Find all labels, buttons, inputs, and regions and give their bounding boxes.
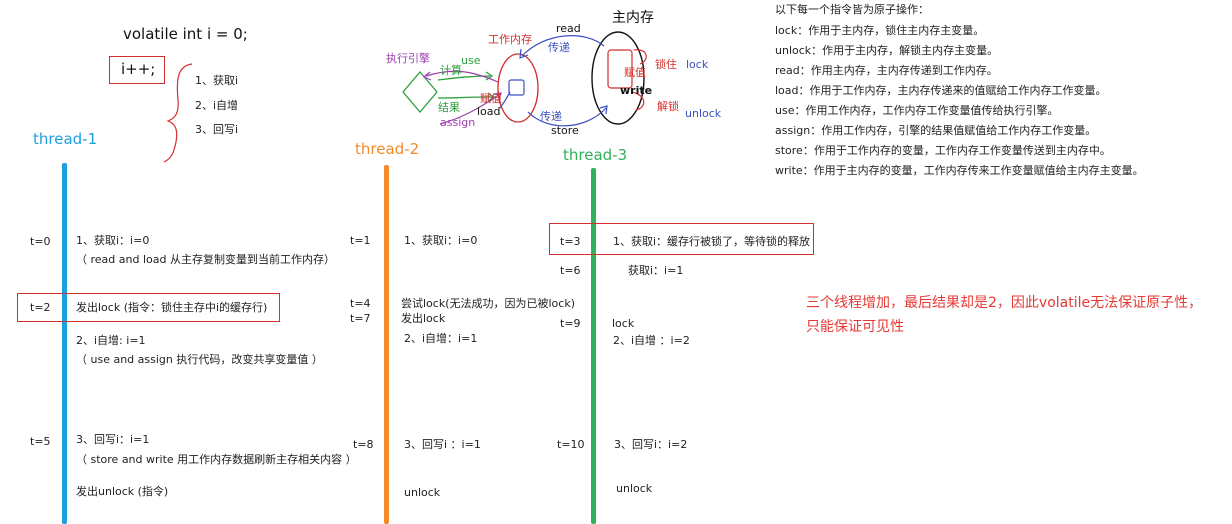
read-label: read — [556, 22, 581, 35]
unlock-label: unlock — [685, 107, 722, 120]
main-memory-label: 主内存 — [612, 10, 654, 26]
atomic-op-read: read：作用主内存，主内存传递到工作内存。 — [775, 64, 998, 77]
thread2-try-lock: 尝试lock(无法成功，因为已被lock) — [401, 297, 575, 310]
work-var-box — [508, 79, 525, 96]
atomic-op-unlock: unlock：作用于主内存，解锁主内存主变量。 — [775, 44, 999, 57]
store-label: store — [551, 124, 579, 137]
atomic-op-assign: assign：作用工作内存，引擎的结果值赋值给工作内存工作变量。 — [775, 124, 1097, 137]
unlock-cn-label: 解锁 — [657, 100, 679, 113]
write-label: write — [620, 84, 653, 97]
atomic-ops-title: 以下每一个指令皆为原子操作： — [775, 3, 929, 16]
thread-3-title: thread-3 — [563, 146, 628, 164]
atomic-op-load: load：作用于工作内存，主内存传递来的值赋给工作内存工作变量。 — [775, 84, 1107, 97]
transfer-top-label: 传递 — [548, 41, 570, 54]
compute-label: 计算 — [440, 64, 462, 77]
thread-1-title: thread-1 — [33, 130, 98, 148]
thread3-time-t3: t=3 — [560, 235, 581, 248]
thread3-unlock: unlock — [616, 482, 653, 495]
thread3-step1: 1、获取i：缓存行被锁了，等待锁的释放 — [613, 235, 811, 248]
thread1-time-t2: t=2 — [30, 301, 51, 314]
conclusion-line-1: 三个线程增加，最后结果却是2，因此volatile无法保证原子性， — [806, 295, 1203, 311]
exec-engine-label: 执行引擎 — [386, 52, 430, 65]
thread3-time-t6: t=6 — [560, 264, 581, 277]
thread3-lock: lock — [612, 317, 635, 330]
transfer-bottom-label: 传递 — [540, 110, 562, 123]
atomic-op-use: use：作用工作内存，工作内存工作变量值传给执行引擎。 — [775, 104, 1059, 117]
thread2-time-t1: t=1 — [350, 234, 371, 247]
assign-value-right-label: 赋值 — [624, 66, 646, 79]
thread3-step1b: 获取i：i=1 — [628, 264, 684, 277]
load-label: load — [477, 105, 501, 118]
thread2-time-t8: t=8 — [353, 438, 374, 451]
lock-cn-label: 锁住 — [655, 58, 677, 71]
conclusion-line-2: 只能保证可见性 — [806, 319, 904, 335]
atomic-op-lock: lock：作用于主内存，锁住主内存主变量。 — [775, 24, 985, 37]
thread3-time-t9: t=9 — [560, 317, 581, 330]
thread3-step2: 2、i自增 ：i=2 — [613, 334, 690, 347]
thread1-step2: 2、i自增: i=1 — [76, 334, 146, 347]
thread1-step3: 3、回写i：i=1 — [76, 433, 150, 446]
thread1-step2-note: （ use and assign 执行代码，改变共享变量值 ） — [76, 353, 323, 366]
use-label: use — [461, 54, 481, 67]
steps-brace — [163, 63, 193, 163]
assign-value-left-label: 赋值 — [480, 92, 502, 105]
thread2-step1: 1、获取i：i=0 — [404, 234, 478, 247]
thread1-lock-text: 发出lock (指令：锁住主存中i的缓存行) — [76, 301, 268, 314]
thread3-time-t10: t=10 — [557, 438, 585, 451]
thread2-step3: 3、回写i ：i=1 — [404, 438, 481, 451]
thread-2-timeline — [384, 165, 389, 524]
thread2-time-t7: t=7 — [350, 312, 371, 325]
work-memory-oval — [497, 53, 539, 123]
atomic-op-write: write：作用于主内存的变量，工作内存传来工作变量赋值给主内存主变量。 — [775, 164, 1144, 177]
thread-3-timeline — [591, 168, 596, 524]
thread1-time-t0: t=0 — [30, 235, 51, 248]
thread3-step3: 3、回写i：i=2 — [614, 438, 688, 451]
thread2-time-t4: t=4 — [350, 297, 371, 310]
thread1-step1: 1、获取i：i=0 — [76, 234, 150, 247]
thread1-step3-note: （ store and write 用工作内存数据刷新主存相关内容 ） — [76, 453, 357, 466]
thread1-unlock: 发出unlock (指令) — [76, 485, 169, 498]
thread2-step2: 2、i自增：i=1 — [404, 332, 478, 345]
thread2-unlock: unlock — [404, 486, 441, 499]
lock-label: lock — [686, 58, 709, 71]
thread-1-timeline — [62, 163, 67, 524]
thread2-issue-lock: 发出lock — [401, 312, 446, 325]
thread1-time-t5: t=5 — [30, 435, 51, 448]
exec-engine-diamond — [402, 70, 438, 114]
thread1-step1-note: （ read and load 从主存复制变量到当前工作内存） — [76, 253, 335, 266]
result-label: 结果 — [438, 101, 460, 114]
assign-label: assign — [440, 116, 476, 129]
work-memory-label: 工作内存 — [488, 33, 532, 46]
thread-2-title: thread-2 — [355, 140, 420, 158]
atomic-op-store: store：作用于工作内存的变量，工作内存工作变量传送到主内存中。 — [775, 144, 1111, 157]
